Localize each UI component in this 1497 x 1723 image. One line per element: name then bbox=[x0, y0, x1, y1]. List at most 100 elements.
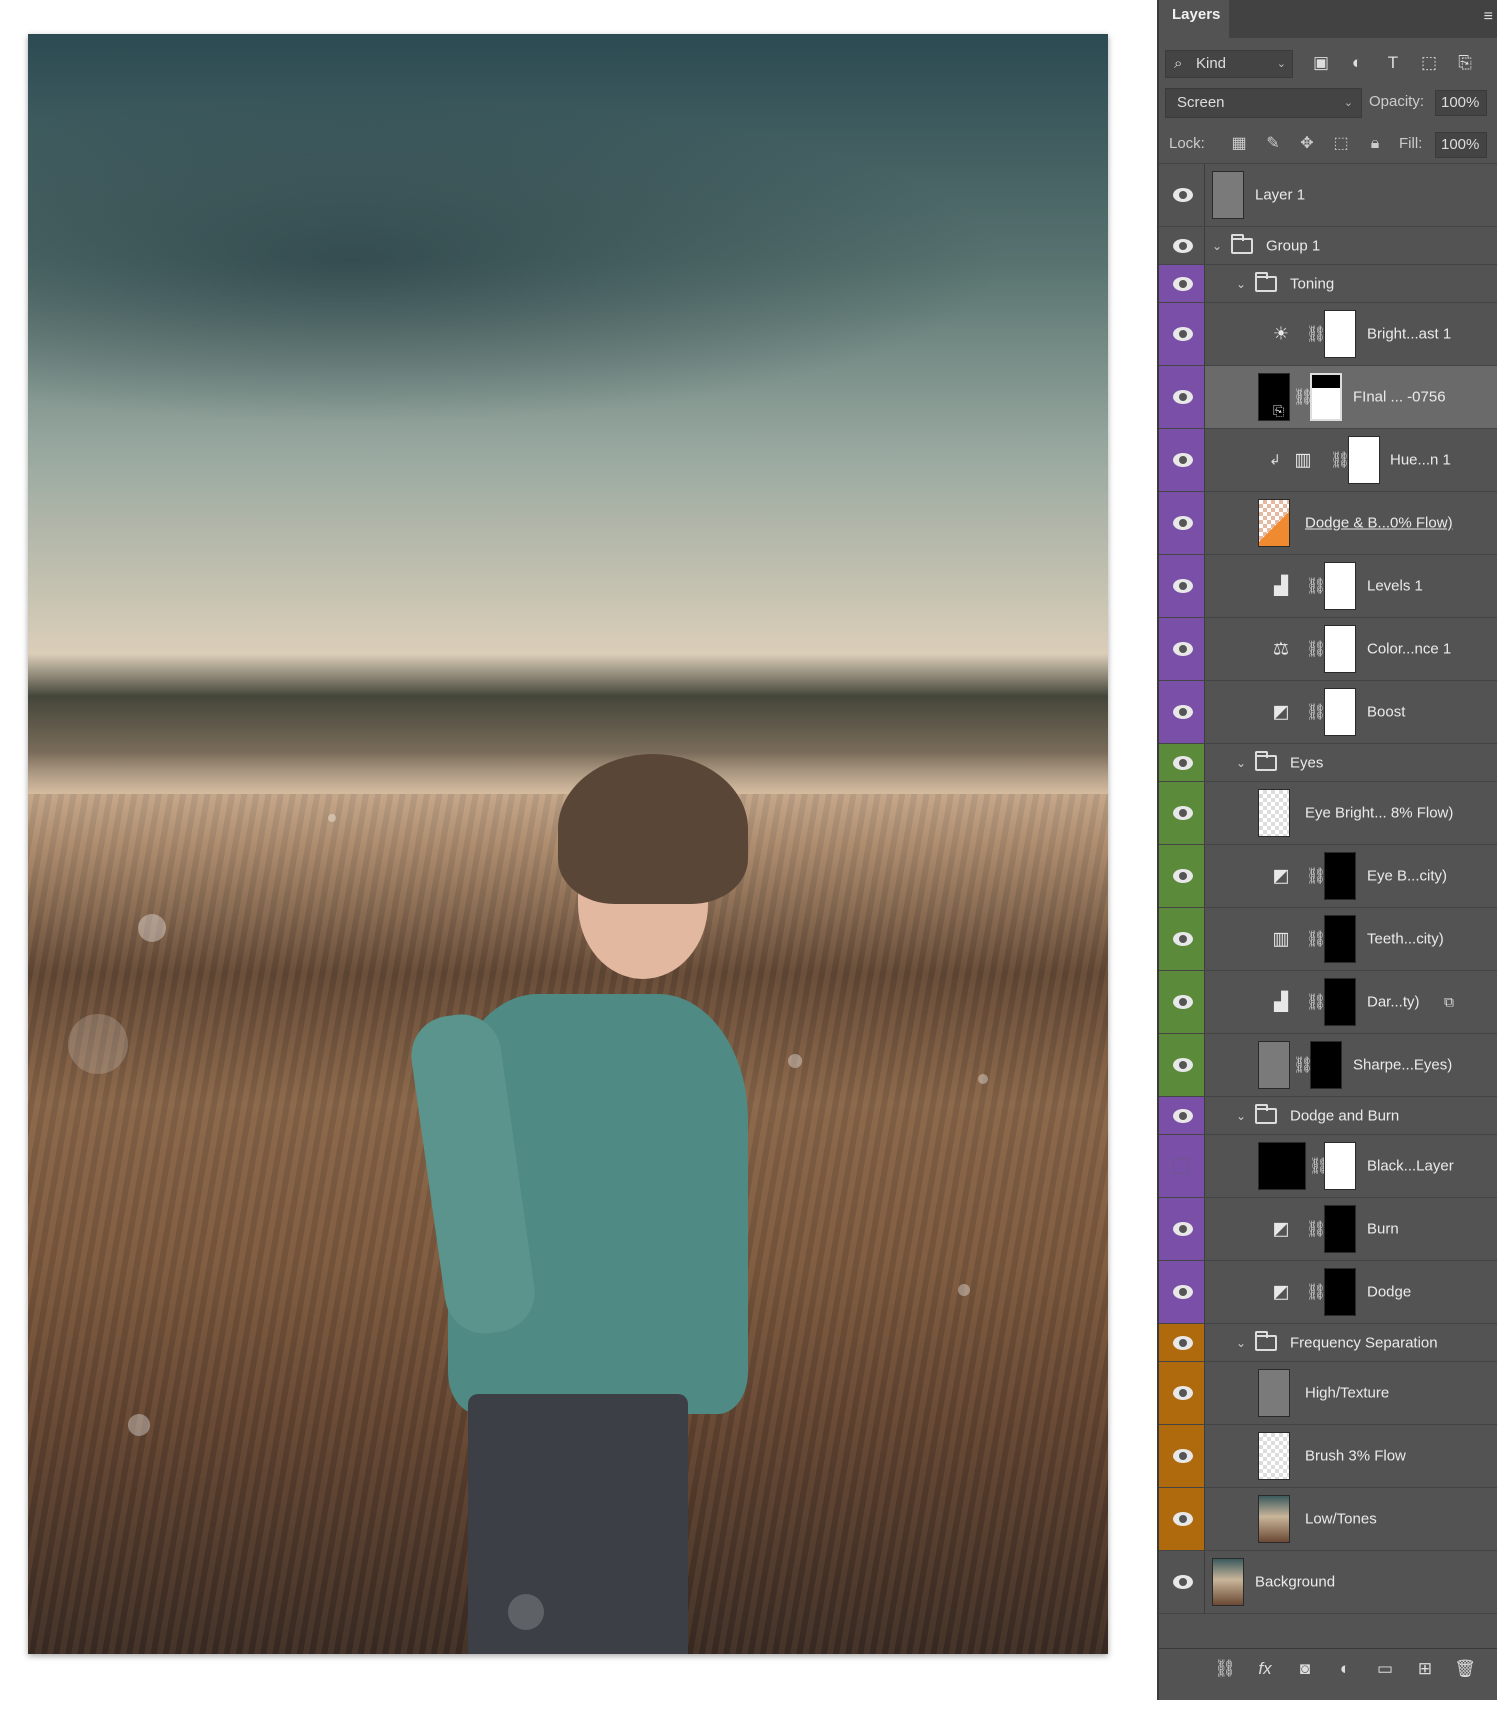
eye-icon[interactable] bbox=[1173, 1386, 1193, 1400]
eye-icon[interactable] bbox=[1173, 1512, 1193, 1526]
layer-group-group-1[interactable]: ⌄ Group 1 bbox=[1159, 227, 1497, 265]
tab-layers[interactable]: Layers bbox=[1159, 0, 1229, 38]
lock-artboard-icon[interactable]: ⬚ bbox=[1329, 132, 1353, 156]
layer-mask-thumbnail[interactable] bbox=[1324, 915, 1356, 963]
eye-icon[interactable] bbox=[1173, 869, 1193, 883]
layer-group-eyes[interactable]: ⌄ Eyes bbox=[1159, 744, 1497, 782]
chevron-down-icon[interactable]: ⌄ bbox=[1236, 756, 1246, 770]
layer-mask-thumbnail[interactable] bbox=[1310, 373, 1342, 421]
eye-icon[interactable] bbox=[1173, 995, 1193, 1009]
eye-icon[interactable] bbox=[1173, 806, 1193, 820]
layer-mask-thumbnail[interactable] bbox=[1324, 1142, 1356, 1190]
layer-row-darken[interactable]: ▟ ⛓ Dar...ty) ⧉ bbox=[1159, 971, 1497, 1034]
chevron-down-icon[interactable]: ⌄ bbox=[1236, 277, 1246, 291]
fill-field[interactable]: 100% bbox=[1435, 132, 1487, 158]
eye-icon[interactable] bbox=[1173, 1575, 1193, 1589]
layer-row-eye-brightening[interactable]: Eye Bright... 8% Flow) bbox=[1159, 782, 1497, 845]
layer-row-hue-saturation[interactable]: ↲ ▥ ⛓ Hue...n 1 bbox=[1159, 429, 1497, 492]
eye-icon[interactable] bbox=[1173, 238, 1193, 253]
lock-position-icon[interactable]: ✥ bbox=[1295, 132, 1319, 156]
layer-row-brightness-contrast[interactable]: ☀ ⛓ Bright...ast 1 bbox=[1159, 303, 1497, 366]
panel-menu-icon[interactable]: ≡ bbox=[1484, 8, 1493, 26]
opacity-field[interactable]: 100% bbox=[1435, 90, 1487, 116]
layer-mask-thumbnail[interactable] bbox=[1324, 1205, 1356, 1253]
blend-mode-select[interactable]: Screen ⌄ bbox=[1165, 88, 1362, 118]
eye-icon[interactable] bbox=[1173, 1222, 1193, 1236]
bokeh bbox=[788, 1054, 802, 1068]
layer-row-brush-flow[interactable]: Brush 3% Flow bbox=[1159, 1425, 1497, 1488]
layer-name: Dar...ty) bbox=[1367, 993, 1420, 1011]
layer-row-boost[interactable]: ◩ ⛓ Boost bbox=[1159, 681, 1497, 744]
layer-row-burn[interactable]: ◩ ⛓ Burn bbox=[1159, 1198, 1497, 1261]
layer-row-background[interactable]: Background bbox=[1159, 1551, 1497, 1614]
layer-row-dodge-burn-flow[interactable]: Dodge & B...0% Flow) bbox=[1159, 492, 1497, 555]
layer-group-frequency-separation[interactable]: ⌄ Frequency Separation bbox=[1159, 1324, 1497, 1362]
visibility-column bbox=[1159, 782, 1205, 844]
layer-mask-thumbnail[interactable] bbox=[1324, 978, 1356, 1026]
delete-layer-icon[interactable]: 🗑︎ bbox=[1453, 1659, 1477, 1679]
shape-filter-icon[interactable]: ⬚ bbox=[1417, 50, 1441, 76]
layer-mask-thumbnail[interactable] bbox=[1310, 1041, 1342, 1089]
lock-transparent-icon[interactable]: ▦ bbox=[1227, 132, 1251, 156]
new-layer-icon[interactable]: ⊞ bbox=[1413, 1659, 1437, 1679]
hue-saturation-icon: ▥ bbox=[1294, 449, 1312, 470]
chevron-down-icon[interactable]: ⌄ bbox=[1236, 1336, 1246, 1350]
layer-name: FInal ... -0756 bbox=[1353, 388, 1446, 406]
type-filter-icon[interactable]: T bbox=[1381, 50, 1405, 76]
eye-icon[interactable] bbox=[1173, 1285, 1193, 1299]
layer-row-color-balance[interactable]: ⚖ ⛓ Color...nce 1 bbox=[1159, 618, 1497, 681]
chevron-down-icon[interactable]: ⌄ bbox=[1212, 239, 1222, 253]
layer-row-black-white-layer[interactable]: ⛓ Black...Layer bbox=[1159, 1135, 1497, 1198]
layer-row-final-0756[interactable]: ⎘ ⛓ FInal ... -0756 bbox=[1159, 366, 1497, 429]
eye-icon[interactable] bbox=[1173, 755, 1193, 770]
fx-icon[interactable]: fx bbox=[1253, 1659, 1277, 1679]
layer-mask-thumbnail[interactable] bbox=[1324, 310, 1356, 358]
eye-icon[interactable] bbox=[1173, 390, 1193, 404]
layer-mask-thumbnail[interactable] bbox=[1324, 688, 1356, 736]
eye-icon[interactable] bbox=[1173, 579, 1193, 593]
layer-row-sharpen-eyes[interactable]: ⛓ Sharpe...Eyes) bbox=[1159, 1034, 1497, 1097]
eye-icon[interactable] bbox=[1173, 276, 1193, 291]
layer-row-high-texture[interactable]: High/Texture bbox=[1159, 1362, 1497, 1425]
adjustment-filter-icon[interactable]: ◐ bbox=[1345, 50, 1369, 76]
eye-icon[interactable] bbox=[1173, 453, 1193, 467]
eye-icon[interactable] bbox=[1173, 1108, 1193, 1123]
filter-kind-select[interactable]: ⌕ Kind ⌄ bbox=[1165, 50, 1293, 78]
layer-mask-thumbnail[interactable] bbox=[1348, 436, 1380, 484]
layer-row-teeth[interactable]: ▥ ⛓ Teeth...city) bbox=[1159, 908, 1497, 971]
new-group-icon[interactable]: ▭ bbox=[1373, 1659, 1397, 1679]
layer-mask-thumbnail[interactable] bbox=[1324, 625, 1356, 673]
layer-row-low-tones[interactable]: Low/Tones bbox=[1159, 1488, 1497, 1551]
eye-icon[interactable] bbox=[1173, 1449, 1193, 1463]
link-layers-icon[interactable]: ⛓ bbox=[1213, 1659, 1237, 1679]
eye-icon[interactable] bbox=[1173, 932, 1193, 946]
layer-row-layer-1[interactable]: Layer 1 bbox=[1159, 164, 1497, 227]
layer-group-dodge-and-burn[interactable]: ⌄ Dodge and Burn bbox=[1159, 1097, 1497, 1135]
eye-icon[interactable] bbox=[1173, 1058, 1193, 1072]
layer-row-dodge[interactable]: ◩ ⛓ Dodge bbox=[1159, 1261, 1497, 1324]
lock-image-icon[interactable]: ✎ bbox=[1261, 132, 1285, 156]
eye-icon[interactable] bbox=[1173, 188, 1193, 202]
visibility-column bbox=[1159, 1135, 1205, 1197]
new-adjustment-icon[interactable]: ◐ bbox=[1333, 1659, 1357, 1679]
layer-row-levels[interactable]: ▟ ⛓ Levels 1 bbox=[1159, 555, 1497, 618]
eye-icon[interactable] bbox=[1173, 516, 1193, 530]
smart-object-filter-icon[interactable]: ⎘ bbox=[1453, 50, 1477, 76]
add-mask-icon[interactable]: ◙ bbox=[1293, 1659, 1317, 1679]
document-canvas[interactable] bbox=[0, 0, 1157, 1723]
layer-row-eye-b-opacity[interactable]: ◩ ⛓ Eye B...city) bbox=[1159, 845, 1497, 908]
layer-group-toning[interactable]: ⌄ Toning bbox=[1159, 265, 1497, 303]
eye-icon[interactable] bbox=[1173, 705, 1193, 719]
layer-mask-thumbnail[interactable] bbox=[1324, 562, 1356, 610]
bokeh bbox=[68, 1014, 128, 1074]
image-filter-icon[interactable]: ▣ bbox=[1309, 50, 1333, 76]
layer-mask-thumbnail[interactable] bbox=[1324, 1268, 1356, 1316]
visibility-off-box[interactable] bbox=[1173, 1158, 1189, 1174]
eye-icon[interactable] bbox=[1173, 642, 1193, 656]
eye-icon[interactable] bbox=[1173, 327, 1193, 341]
eye-icon[interactable] bbox=[1173, 1335, 1193, 1350]
lock-all-icon[interactable]: 🔒︎ bbox=[1363, 132, 1387, 156]
layer-mask-thumbnail[interactable] bbox=[1324, 852, 1356, 900]
layer-name: Frequency Separation bbox=[1290, 1334, 1438, 1351]
chevron-down-icon[interactable]: ⌄ bbox=[1236, 1109, 1246, 1123]
